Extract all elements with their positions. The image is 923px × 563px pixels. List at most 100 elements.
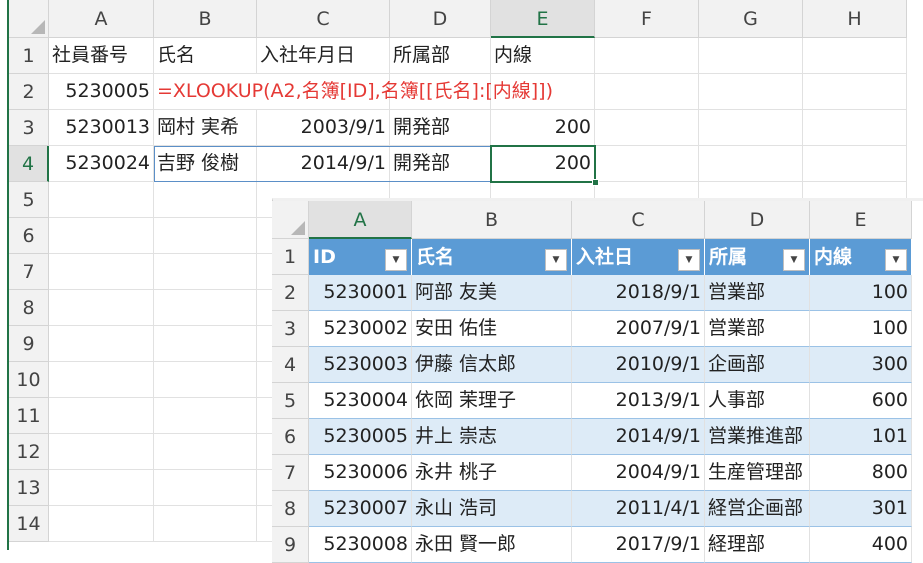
row-header-10[interactable]: 10 <box>9 362 49 398</box>
cell-h4[interactable] <box>803 146 907 182</box>
cell-a10[interactable] <box>49 362 154 398</box>
cell-d3[interactable]: 開発部 <box>390 110 491 146</box>
table-row-cell[interactable]: 800 <box>810 455 912 491</box>
table-row-cell[interactable]: 井上 崇志 <box>412 419 572 455</box>
row-header-3[interactable]: 3 <box>9 110 49 146</box>
row-header-13[interactable]: 13 <box>9 470 49 506</box>
row-header-12[interactable]: 12 <box>9 434 49 470</box>
select-all-corner-2[interactable] <box>272 201 309 239</box>
cell-a9[interactable] <box>49 326 154 362</box>
row-header-6[interactable]: 6 <box>9 218 49 254</box>
cell-g2[interactable] <box>699 74 803 110</box>
select-all-corner[interactable] <box>9 0 49 38</box>
table-column-header-e[interactable]: E <box>810 201 912 239</box>
row-header-7[interactable]: 7 <box>9 254 49 290</box>
table-row-cell[interactable]: 営業部 <box>705 311 810 347</box>
table-row-cell[interactable]: 人事部 <box>705 383 810 419</box>
table-row-cell[interactable]: 阿部 友美 <box>412 275 572 311</box>
cell-a1[interactable]: 社員番号 <box>49 38 154 74</box>
row-header-14[interactable]: 14 <box>9 506 49 542</box>
column-header-d[interactable]: D <box>390 0 491 38</box>
table-row-cell[interactable]: 安田 佑佳 <box>412 311 572 347</box>
table-row-cell[interactable]: 2007/9/1 <box>572 311 705 347</box>
table-row-cell[interactable]: 2004/9/1 <box>572 455 705 491</box>
table-row-cell[interactable]: 経理部 <box>705 527 810 563</box>
cell-c1[interactable]: 入社年月日 <box>257 38 390 74</box>
cell-b14[interactable] <box>154 506 257 542</box>
table-row-header-9[interactable]: 9 <box>272 527 309 563</box>
cell-b11[interactable] <box>154 398 257 434</box>
table-row-cell[interactable]: 100 <box>810 311 912 347</box>
cell-b6[interactable] <box>154 218 257 254</box>
cell-a5[interactable] <box>49 182 154 218</box>
column-header-e[interactable]: E <box>491 0 595 38</box>
cell-a7[interactable] <box>49 254 154 290</box>
cell-e3[interactable]: 200 <box>491 110 595 146</box>
table-row-cell[interactable]: 5230001 <box>309 275 412 311</box>
table-row-header-1[interactable]: 1 <box>272 239 309 275</box>
cell-e4[interactable]: 200 <box>491 146 595 182</box>
table-row-cell[interactable]: 5230005 <box>309 419 412 455</box>
filter-dropdown-icon[interactable]: ▼ <box>545 249 567 271</box>
row-header-5[interactable]: 5 <box>9 182 49 218</box>
table-row-cell[interactable]: 5230004 <box>309 383 412 419</box>
cell-h1[interactable] <box>803 38 907 74</box>
table-row-cell[interactable]: 2017/9/1 <box>572 527 705 563</box>
table-row-cell[interactable]: 2014/9/1 <box>572 419 705 455</box>
column-header-f[interactable]: F <box>595 0 699 38</box>
cell-a6[interactable] <box>49 218 154 254</box>
row-header-8[interactable]: 8 <box>9 290 49 326</box>
cell-a2[interactable]: 5230005 <box>49 74 154 110</box>
table-row-header-5[interactable]: 5 <box>272 383 309 419</box>
table-row-cell[interactable]: 生産管理部 <box>705 455 810 491</box>
table-row-header-7[interactable]: 7 <box>272 455 309 491</box>
cell-c3[interactable]: 2003/9/1 <box>257 110 390 146</box>
cell-f1[interactable] <box>595 38 699 74</box>
table-row-cell[interactable]: 5230007 <box>309 491 412 527</box>
table-row-cell[interactable]: 100 <box>810 275 912 311</box>
row-header-9[interactable]: 9 <box>9 326 49 362</box>
cell-a4[interactable]: 5230024 <box>49 146 154 182</box>
table-row-cell[interactable]: 営業推進部 <box>705 419 810 455</box>
table-row-cell[interactable]: 永田 賢一郎 <box>412 527 572 563</box>
row-header-4[interactable]: 4 <box>9 146 49 182</box>
table-row-header-8[interactable]: 8 <box>272 491 309 527</box>
cell-a12[interactable] <box>49 434 154 470</box>
filter-dropdown-icon[interactable]: ▼ <box>783 249 805 271</box>
cell-b9[interactable] <box>154 326 257 362</box>
row-header-1[interactable]: 1 <box>9 38 49 74</box>
table-column-header-b[interactable]: B <box>412 201 572 239</box>
table-header-cell[interactable]: 所属 ▼ <box>705 239 810 275</box>
table-column-header-c[interactable]: C <box>572 201 705 239</box>
table-row-cell[interactable]: 2013/9/1 <box>572 383 705 419</box>
table-row-header-4[interactable]: 4 <box>272 347 309 383</box>
table-row-cell[interactable]: 5230006 <box>309 455 412 491</box>
table-row-cell[interactable]: 2018/9/1 <box>572 275 705 311</box>
table-row-cell[interactable]: 5230003 <box>309 347 412 383</box>
cell-h2[interactable] <box>803 74 907 110</box>
table-row-header-3[interactable]: 3 <box>272 311 309 347</box>
table-row-cell[interactable]: 101 <box>810 419 912 455</box>
cell-g3[interactable] <box>699 110 803 146</box>
cell-g4[interactable] <box>699 146 803 182</box>
filter-dropdown-icon[interactable]: ▼ <box>385 249 407 271</box>
cell-b4[interactable]: 吉野 俊樹 <box>154 146 257 182</box>
cell-b7[interactable] <box>154 254 257 290</box>
table-header-cell[interactable]: 内線 ▼ <box>810 239 912 275</box>
cell-c4[interactable]: 2014/9/1 <box>257 146 390 182</box>
column-header-g[interactable]: G <box>699 0 803 38</box>
column-header-b[interactable]: B <box>154 0 257 38</box>
cell-b8[interactable] <box>154 290 257 326</box>
cell-d1[interactable]: 所属部 <box>390 38 491 74</box>
fill-handle[interactable] <box>592 179 599 186</box>
cell-a3[interactable]: 5230013 <box>49 110 154 146</box>
table-row-cell[interactable]: 企画部 <box>705 347 810 383</box>
cell-b12[interactable] <box>154 434 257 470</box>
table-row-cell[interactable]: 2010/9/1 <box>572 347 705 383</box>
cell-b13[interactable] <box>154 470 257 506</box>
table-header-cell[interactable]: 入社日 ▼ <box>572 239 705 275</box>
row-header-11[interactable]: 11 <box>9 398 49 434</box>
cell-d4[interactable]: 開発部 <box>390 146 491 182</box>
cell-b1[interactable]: 氏名 <box>154 38 257 74</box>
filter-dropdown-icon[interactable]: ▼ <box>678 249 700 271</box>
